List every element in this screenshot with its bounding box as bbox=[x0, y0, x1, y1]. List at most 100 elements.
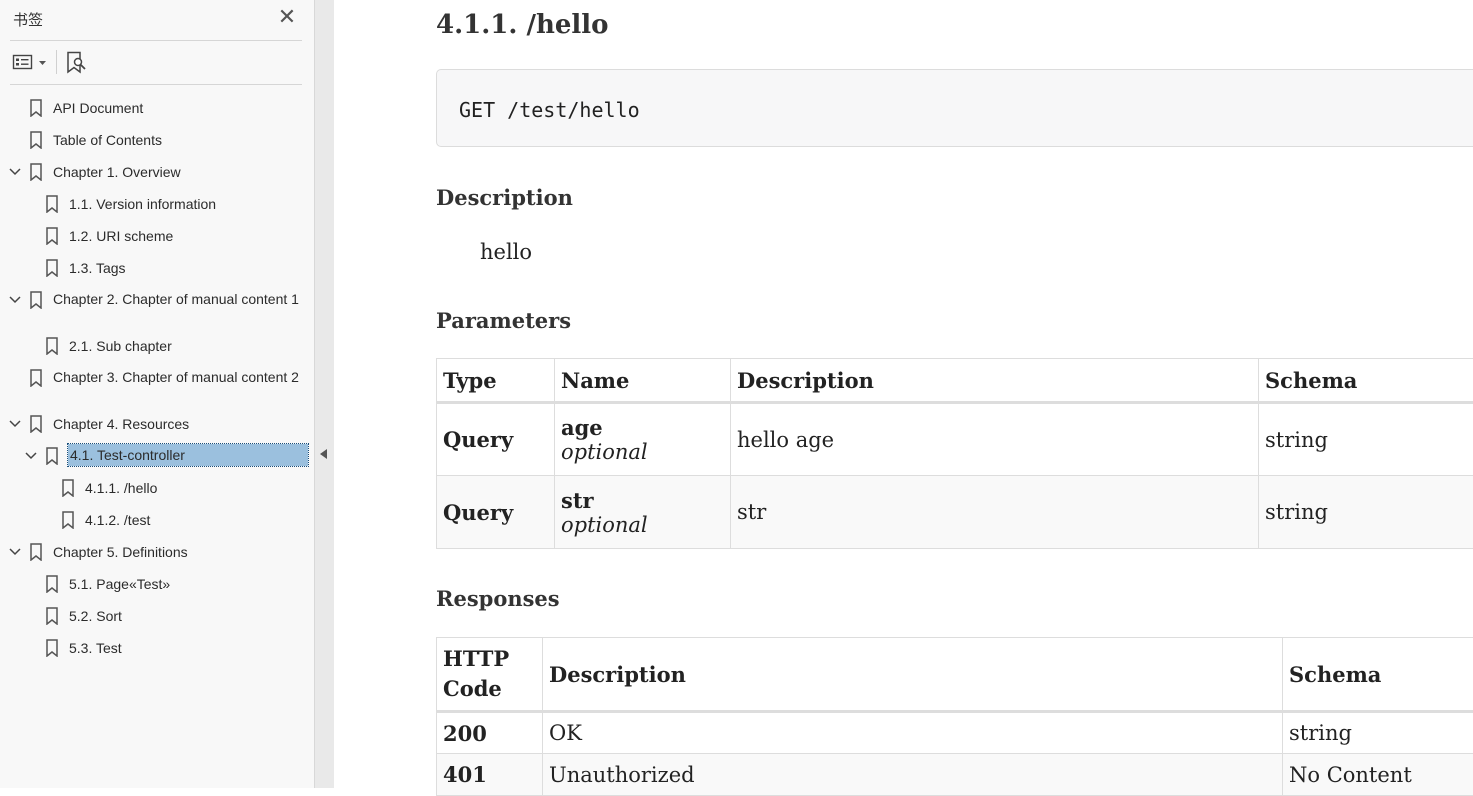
divider bbox=[10, 84, 302, 85]
chevron-down-icon[interactable] bbox=[8, 544, 22, 560]
table-row: Query str optional str string bbox=[437, 476, 1473, 549]
bookmark-label: 1.3. Tags bbox=[69, 259, 126, 277]
bookmark-label: Chapter 2. Chapter of manual content 1 bbox=[53, 289, 305, 309]
bookmark-icon bbox=[45, 639, 59, 657]
bookmark-label: Chapter 1. Overview bbox=[53, 163, 181, 181]
bookmarks-panel: 书签 ✕ API Document Table of Contents bbox=[0, 0, 314, 788]
bookmark-item[interactable]: Chapter 5. Definitions bbox=[0, 542, 310, 566]
response-code: 401 bbox=[437, 754, 543, 796]
responses-heading: Responses bbox=[436, 586, 560, 611]
bookmark-item[interactable]: 2.1. Sub chapter bbox=[0, 336, 310, 360]
bookmark-label: 5.2. Sort bbox=[69, 607, 122, 625]
bookmark-label: Table of Contents bbox=[53, 131, 162, 149]
bookmark-label: 1.2. URI scheme bbox=[69, 227, 173, 245]
section-heading: 4.1.1. /hello bbox=[436, 10, 609, 40]
param-description: hello age bbox=[731, 403, 1259, 476]
column-header: HTTP Code bbox=[437, 638, 543, 712]
parameters-heading: Parameters bbox=[436, 308, 571, 333]
bookmark-label: 1.1. Version information bbox=[69, 195, 216, 213]
bookmark-label: 4.1.1. /hello bbox=[85, 479, 157, 497]
table-header-row: Type Name Description Schema bbox=[437, 359, 1473, 403]
bookmark-icon bbox=[45, 575, 59, 593]
bookmark-icon bbox=[45, 337, 59, 355]
bookmark-label: Chapter 3. Chapter of manual content 2 bbox=[53, 367, 305, 387]
bookmark-item[interactable]: 4.1.2. /test bbox=[0, 510, 310, 534]
request-line: GET /test/hello bbox=[459, 98, 640, 122]
bookmark-label: API Document bbox=[53, 99, 143, 117]
param-flag: optional bbox=[561, 513, 724, 537]
param-name-cell: str optional bbox=[555, 476, 731, 549]
table-row: Query age optional hello age string bbox=[437, 403, 1473, 476]
chevron-down-icon[interactable] bbox=[8, 416, 22, 432]
bookmark-item[interactable]: 5.3. Test bbox=[0, 638, 310, 662]
param-name: age bbox=[561, 415, 724, 440]
bookmark-item-selected[interactable]: 4.1. Test-controller bbox=[0, 446, 310, 470]
bookmark-icon bbox=[45, 195, 59, 213]
request-code-block: GET /test/hello bbox=[436, 69, 1473, 147]
parameters-table: Type Name Description Schema Query age o… bbox=[436, 358, 1473, 549]
bookmark-label: 4.1. Test-controller bbox=[68, 444, 308, 466]
param-name: str bbox=[561, 488, 724, 513]
document-page: 4.1.1. /hello GET /test/hello Descriptio… bbox=[334, 0, 1473, 788]
param-description: str bbox=[731, 476, 1259, 549]
bookmark-item[interactable]: Table of Contents bbox=[0, 130, 310, 154]
bookmark-icon bbox=[29, 131, 43, 149]
param-schema: string bbox=[1259, 476, 1473, 549]
table-row: 401 Unauthorized No Content bbox=[437, 754, 1473, 796]
response-description: Unauthorized bbox=[543, 754, 1283, 796]
param-name-cell: age optional bbox=[555, 403, 731, 476]
bookmark-label: Chapter 4. Resources bbox=[53, 415, 189, 433]
bookmark-icon bbox=[29, 369, 43, 387]
column-header: Schema bbox=[1259, 359, 1473, 403]
find-bookmark-icon[interactable] bbox=[64, 50, 90, 76]
toolbar-divider bbox=[56, 50, 57, 74]
bookmark-icon bbox=[45, 259, 59, 277]
bookmark-item[interactable]: 5.1. Page«Test» bbox=[0, 574, 310, 598]
bookmark-item[interactable]: 1.3. Tags bbox=[0, 258, 310, 282]
bookmark-item[interactable]: 4.1.1. /hello bbox=[0, 478, 310, 502]
table-row: 200 OK string bbox=[437, 712, 1473, 754]
bookmark-icon bbox=[29, 415, 43, 433]
panel-title: 书签 bbox=[13, 9, 43, 30]
bookmark-label: Chapter 5. Definitions bbox=[53, 543, 188, 561]
bookmark-icon bbox=[29, 543, 43, 561]
column-header: Description bbox=[543, 638, 1283, 712]
bookmark-item[interactable]: 1.2. URI scheme bbox=[0, 226, 310, 250]
panel-splitter[interactable] bbox=[314, 0, 334, 788]
bookmark-label: 4.1.2. /test bbox=[85, 511, 150, 529]
chevron-down-icon[interactable] bbox=[8, 292, 22, 308]
chevron-down-icon[interactable] bbox=[24, 448, 38, 464]
bookmark-label: 2.1. Sub chapter bbox=[69, 337, 172, 355]
param-schema: string bbox=[1259, 403, 1473, 476]
bookmark-label: 5.3. Test bbox=[69, 639, 122, 657]
bookmark-icon bbox=[45, 607, 59, 625]
bookmark-icon bbox=[45, 227, 59, 245]
response-schema: string bbox=[1283, 712, 1473, 754]
bookmark-item[interactable]: Chapter 3. Chapter of manual content 2 bbox=[0, 368, 310, 410]
column-header: Type bbox=[437, 359, 555, 403]
collapse-panel-icon[interactable] bbox=[320, 449, 327, 459]
bookmark-item[interactable]: 5.2. Sort bbox=[0, 606, 310, 630]
bookmark-item[interactable]: API Document bbox=[0, 98, 310, 122]
description-text: hello bbox=[480, 240, 532, 264]
list-options-icon[interactable] bbox=[12, 51, 50, 73]
bookmark-item[interactable]: Chapter 2. Chapter of manual content 1 bbox=[0, 290, 310, 332]
response-code: 200 bbox=[437, 712, 543, 754]
bookmark-item[interactable]: 1.1. Version information bbox=[0, 194, 310, 218]
column-header: Schema bbox=[1283, 638, 1473, 712]
bookmark-icon bbox=[29, 163, 43, 181]
bookmark-item[interactable]: Chapter 1. Overview bbox=[0, 162, 310, 186]
chevron-down-icon[interactable] bbox=[8, 164, 22, 180]
bookmark-label: 5.1. Page«Test» bbox=[69, 575, 170, 593]
bookmark-icon bbox=[29, 291, 43, 309]
bookmark-icon bbox=[61, 511, 75, 529]
bookmark-item[interactable]: Chapter 4. Resources bbox=[0, 414, 310, 438]
bookmark-icon bbox=[29, 99, 43, 117]
close-icon[interactable]: ✕ bbox=[277, 7, 297, 27]
column-header: Name bbox=[555, 359, 731, 403]
bookmark-icon bbox=[45, 447, 59, 465]
param-flag: optional bbox=[561, 440, 724, 464]
bookmark-icon bbox=[61, 479, 75, 497]
responses-table: HTTP Code Description Schema 200 OK stri… bbox=[436, 637, 1473, 796]
description-heading: Description bbox=[436, 185, 573, 210]
